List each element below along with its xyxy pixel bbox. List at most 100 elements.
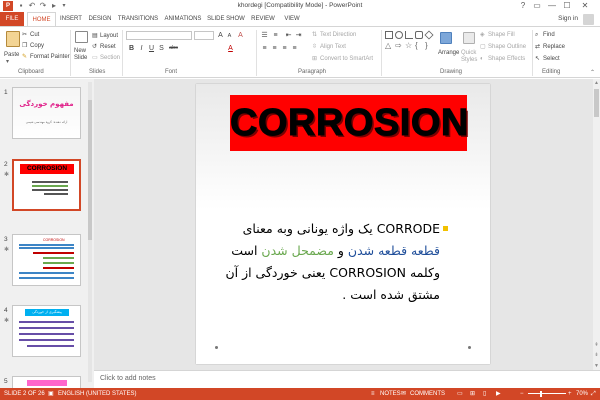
convert-smartart-button[interactable]: Convert to SmartArt — [320, 55, 373, 63]
new-slide-button-line2[interactable]: Slide — [74, 54, 87, 62]
spellcheck-icon[interactable]: ▣ — [48, 388, 54, 400]
underline-button[interactable]: U — [147, 44, 156, 53]
reset-button[interactable]: Reset — [100, 43, 116, 51]
quick-styles-button-line2[interactable]: Styles — [461, 56, 477, 64]
sign-in-link[interactable]: Sign in — [558, 12, 578, 26]
notes-icon[interactable]: ≡ — [371, 388, 375, 400]
align-center-icon[interactable]: ≡ — [270, 44, 279, 53]
shape-outline-button[interactable]: Shape Outline — [488, 43, 526, 51]
align-text-icon[interactable]: ⇳ — [312, 43, 317, 51]
zoom-level[interactable]: 70% — [576, 388, 588, 400]
font-name-field[interactable] — [126, 31, 192, 40]
slide-thumbnail-2[interactable]: CORROSION — [12, 159, 81, 211]
arrow-shape-icon[interactable]: ⇨ — [395, 42, 403, 50]
slide-title-box[interactable]: CORROSION — [230, 95, 469, 151]
decrease-indent-icon[interactable]: ⇤ — [284, 31, 293, 40]
slide-sorter-icon[interactable]: ⊞ — [470, 388, 475, 400]
diamond-shape-icon[interactable] — [424, 30, 434, 40]
previous-slide-icon[interactable]: ⇞ — [593, 341, 600, 349]
grow-font-button[interactable]: A — [216, 31, 225, 40]
next-slide-icon[interactable]: ⇟ — [593, 351, 600, 359]
oval-shape-icon[interactable] — [395, 31, 403, 39]
format-painter-icon[interactable]: ✎ — [22, 53, 27, 61]
language-indicator[interactable]: ENGLISH (UNITED STATES) — [58, 388, 136, 400]
minimize-button[interactable]: — — [545, 0, 559, 12]
text-shadow-button[interactable]: S — [157, 44, 166, 53]
arrange-button[interactable]: Arrange — [438, 49, 459, 57]
quick-styles-icon[interactable] — [463, 32, 475, 44]
tab-slide-show[interactable]: SLIDE SHOW — [206, 12, 246, 26]
copy-button[interactable]: Copy — [30, 42, 44, 50]
tab-view[interactable]: VIEW — [280, 12, 304, 26]
find-icon[interactable]: ⌕ — [535, 31, 538, 39]
close-button[interactable]: ✕ — [578, 0, 592, 12]
shape-fill-button[interactable]: Shape Fill — [488, 31, 515, 39]
find-button[interactable]: Find — [543, 31, 555, 39]
copy-icon[interactable]: ❐ — [22, 42, 27, 50]
replace-icon[interactable]: ⇄ — [535, 43, 540, 51]
numbering-icon[interactable]: ≡ — [271, 31, 280, 40]
font-size-field[interactable] — [194, 31, 214, 40]
star-shape-icon[interactable]: ☆ — [405, 42, 413, 50]
align-left-icon[interactable]: ≡ — [260, 44, 269, 53]
font-color-button[interactable]: A — [226, 44, 235, 53]
justify-icon[interactable]: ≡ — [290, 44, 299, 53]
increase-indent-icon[interactable]: ⇥ — [294, 31, 303, 40]
tab-animations[interactable]: ANIMATIONS — [162, 12, 204, 26]
slide-scrollbar[interactable]: ▲ ⇞ ⇟ ▼ — [593, 79, 600, 370]
current-slide[interactable]: CORROSION CORRODE یک واژه یونانی وبه معن… — [196, 84, 490, 364]
new-slide-icon[interactable] — [75, 31, 88, 43]
select-button[interactable]: Select — [543, 55, 560, 63]
zoom-slider[interactable] — [528, 393, 566, 394]
bracket-shape-icon[interactable]: } — [425, 42, 433, 50]
slide-body-text[interactable]: CORRODE یک واژه یونانی وبه معنای قطعه قط… — [218, 218, 440, 306]
resize-handle[interactable] — [215, 346, 218, 349]
paste-icon[interactable] — [6, 31, 20, 47]
format-painter-button[interactable]: Format Painter — [30, 53, 70, 61]
align-text-button[interactable]: Align Text — [320, 43, 346, 51]
strikethrough-button[interactable]: abc — [167, 44, 180, 53]
tab-transitions[interactable]: TRANSITIONS — [116, 12, 160, 26]
account-avatar-icon[interactable] — [583, 14, 594, 25]
align-right-icon[interactable]: ≡ — [280, 44, 289, 53]
fit-to-window-icon[interactable]: ⤢ — [591, 388, 596, 400]
tab-home[interactable]: HOME — [27, 12, 56, 26]
layout-icon[interactable]: ▤ — [92, 32, 98, 40]
shape-effects-button[interactable]: Shape Effects — [488, 55, 525, 63]
tab-review[interactable]: REVIEW — [248, 12, 278, 26]
cut-button[interactable]: Cut — [30, 31, 39, 39]
scroll-up-arrow-icon[interactable]: ▲ — [593, 79, 600, 87]
resize-handle[interactable] — [468, 346, 471, 349]
triangle-shape-icon[interactable]: △ — [385, 42, 393, 50]
arrange-icon[interactable] — [440, 32, 452, 44]
italic-button[interactable]: I — [137, 44, 146, 53]
ribbon-display-icon[interactable]: ▭ — [530, 0, 544, 12]
comments-toggle-button[interactable]: COMMENTS — [410, 388, 445, 400]
replace-button[interactable]: Replace — [543, 43, 565, 51]
shape-effects-icon[interactable]: ◐ — [480, 55, 484, 63]
zoom-out-icon[interactable]: − — [520, 388, 524, 400]
maximize-button[interactable]: ☐ — [560, 0, 574, 12]
cut-icon[interactable]: ✂ — [22, 31, 27, 39]
text-direction-icon[interactable]: ⇅ — [312, 31, 317, 39]
tab-insert[interactable]: INSERT — [58, 12, 84, 26]
collapse-ribbon-icon[interactable]: ⌃ — [590, 69, 595, 77]
tab-design[interactable]: DESIGN — [86, 12, 114, 26]
brace-shape-icon[interactable]: { — [415, 42, 423, 50]
bullets-icon[interactable]: ☰ — [260, 31, 269, 40]
notes-pane[interactable]: Click to add notes — [94, 370, 600, 388]
rectangle-shape-icon[interactable] — [385, 31, 393, 39]
help-icon[interactable]: ? — [516, 0, 530, 12]
shrink-font-button[interactable]: A — [225, 32, 234, 41]
thumbnail-scrollbar-thumb[interactable] — [88, 100, 92, 240]
notes-toggle-button[interactable]: NOTES — [380, 388, 401, 400]
shape-outline-icon[interactable]: ▢ — [480, 43, 486, 51]
reading-view-icon[interactable]: ▯ — [483, 388, 486, 400]
slide-thumbnail-4[interactable]: پیشگیری از خوردگی — [12, 305, 81, 357]
clear-formatting-button[interactable]: A — [236, 31, 245, 40]
layout-button[interactable]: Layout — [100, 32, 118, 40]
scrollbar-thumb[interactable] — [594, 89, 599, 117]
tab-file[interactable]: FILE — [0, 12, 24, 26]
smartart-icon[interactable]: ⊞ — [312, 55, 317, 63]
normal-view-icon[interactable]: ▭ — [457, 388, 463, 400]
